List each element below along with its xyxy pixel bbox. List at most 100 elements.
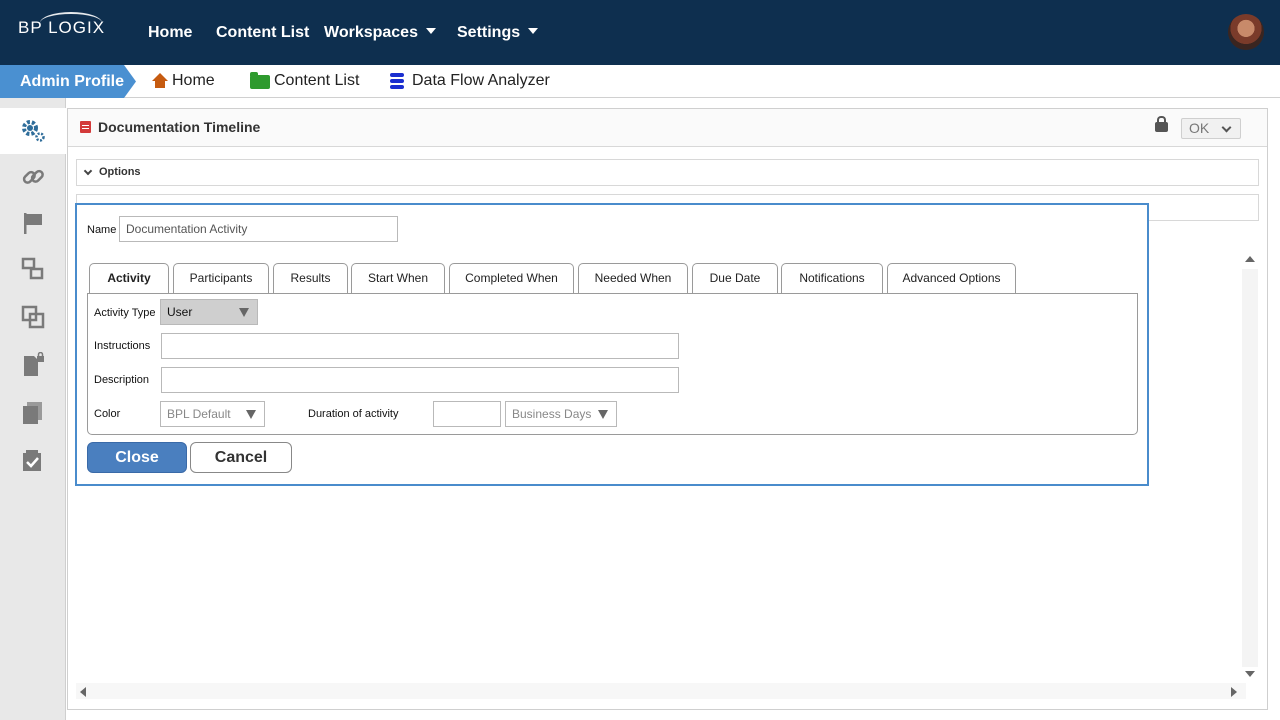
dropdown-arrow-icon <box>246 410 256 419</box>
document-icon <box>80 121 91 133</box>
vertical-scrollbar[interactable] <box>1242 269 1258 667</box>
tab-completed-when-label: Completed When <box>465 271 558 285</box>
ok-button-label: OK <box>1189 120 1210 136</box>
left-sidebar <box>0 98 66 720</box>
folder-icon <box>250 72 270 89</box>
tab-notifications-label: Notifications <box>799 271 865 285</box>
activity-type-label: Activity Type <box>94 307 156 319</box>
tab-participants[interactable]: Participants <box>173 263 269 293</box>
color-label: Color <box>94 408 121 420</box>
chevron-down-icon <box>425 28 436 34</box>
options-label: Options <box>99 166 141 178</box>
dropdown-arrow-icon <box>239 308 249 317</box>
scroll-right-icon[interactable] <box>1231 687 1237 697</box>
sidebar-item-locked-docs[interactable] <box>0 342 66 388</box>
color-value: BPL Default <box>167 407 231 421</box>
page-title: Documentation Timeline <box>98 119 261 135</box>
scroll-up-icon[interactable] <box>1245 256 1255 262</box>
top-navigation: BP LOGIX Home Content List Workspaces Se… <box>0 0 1280 65</box>
flag-icon <box>24 213 42 234</box>
admin-profile-crumb[interactable]: Admin Profile <box>0 65 136 98</box>
name-input[interactable]: Documentation Activity <box>119 216 398 242</box>
lock-icon[interactable] <box>1155 116 1168 132</box>
tab-advanced-options[interactable]: Advanced Options <box>887 263 1016 293</box>
sidebar-item-copy[interactable] <box>0 294 66 340</box>
logo-arc <box>40 12 102 34</box>
tab-activity-label: Activity <box>107 271 151 285</box>
cancel-button[interactable]: Cancel <box>190 442 292 473</box>
name-label: Name <box>87 224 117 236</box>
duration-unit-value: Business Days <box>512 407 592 421</box>
process-icon <box>21 257 44 280</box>
dropdown-arrow-icon <box>598 410 608 419</box>
chevron-down-icon <box>528 28 539 34</box>
crumb-home-label: Home <box>172 72 215 89</box>
tab-participants-label: Participants <box>189 271 253 285</box>
tab-needed-when[interactable]: Needed When <box>578 263 688 293</box>
crumb-data-flow-analyzer[interactable]: Data Flow Analyzer <box>390 72 550 90</box>
gears-icon <box>22 120 45 142</box>
tab-activity[interactable]: Activity <box>89 263 169 294</box>
sidebar-item-links[interactable] <box>0 154 66 200</box>
duration-input[interactable] <box>433 401 501 427</box>
breadcrumb-bar: Admin Profile Home Content List Data Flo… <box>0 65 1280 98</box>
crumb-content-list[interactable]: Content List <box>250 72 359 90</box>
tab-notifications[interactable]: Notifications <box>781 263 883 293</box>
nav-home[interactable]: Home <box>148 24 192 42</box>
sidebar-item-flags[interactable] <box>0 200 66 246</box>
tab-start-when[interactable]: Start When <box>351 263 445 293</box>
admin-profile-label: Admin Profile <box>20 73 125 90</box>
user-avatar[interactable] <box>1228 14 1264 50</box>
sidebar-item-process[interactable] <box>0 246 66 292</box>
tab-completed-when[interactable]: Completed When <box>449 263 574 293</box>
documents-icon <box>23 402 42 424</box>
horizontal-scrollbar[interactable] <box>76 683 1246 699</box>
options-section[interactable]: Options <box>76 159 1259 186</box>
nav-settings[interactable]: Settings <box>457 24 539 42</box>
scroll-down-icon[interactable] <box>1245 671 1255 677</box>
instructions-input[interactable] <box>161 333 679 359</box>
nav-content-list-label: Content List <box>216 24 310 41</box>
tab-needed-when-label: Needed When <box>594 271 672 285</box>
nav-home-label: Home <box>148 24 193 41</box>
tab-due-date-label: Due Date <box>709 271 761 285</box>
nav-workspaces-label: Workspaces <box>324 24 418 41</box>
locked-document-icon <box>24 352 44 376</box>
instructions-label: Instructions <box>94 340 151 352</box>
tab-start-when-label: Start When <box>367 271 429 285</box>
chevron-down-icon <box>1221 122 1232 133</box>
tab-results-label: Results <box>290 271 331 285</box>
scroll-left-icon[interactable] <box>80 687 86 697</box>
sidebar-item-settings[interactable] <box>0 108 66 154</box>
link-icon <box>22 169 44 184</box>
activity-type-select[interactable]: User <box>160 299 258 325</box>
crumb-content-list-label: Content List <box>274 72 360 89</box>
close-button[interactable]: Close <box>87 442 187 473</box>
checklist-icon <box>23 450 41 471</box>
nav-workspaces[interactable]: Workspaces <box>324 24 436 42</box>
database-icon <box>390 73 404 89</box>
crumb-home[interactable]: Home <box>152 72 215 90</box>
ok-button[interactable]: OK <box>1181 118 1241 139</box>
description-input[interactable] <box>161 367 679 393</box>
bp-logix-logo[interactable]: BP LOGIX <box>18 12 105 38</box>
duration-unit-select[interactable]: Business Days <box>505 401 617 427</box>
activity-tab-panel: Activity Type User Instructions Descript… <box>87 293 1138 435</box>
crumb-data-flow-label: Data Flow Analyzer <box>412 72 550 89</box>
tab-advanced-options-label: Advanced Options <box>902 271 1001 285</box>
copy-icon <box>21 305 45 329</box>
sidebar-item-documents[interactable] <box>0 390 66 436</box>
duration-label: Duration of activity <box>308 408 399 420</box>
home-icon <box>152 73 168 89</box>
activity-dialog: Name Documentation Activity Activity Par… <box>75 203 1149 486</box>
tab-results[interactable]: Results <box>273 263 348 293</box>
nav-settings-label: Settings <box>457 24 521 41</box>
nav-content-list[interactable]: Content List <box>216 24 309 42</box>
color-select[interactable]: BPL Default <box>160 401 265 427</box>
description-label: Description <box>94 374 150 386</box>
tab-due-date[interactable]: Due Date <box>692 263 778 293</box>
activity-type-value: User <box>167 305 193 319</box>
sidebar-item-tasks[interactable] <box>0 438 66 484</box>
chevron-down-icon <box>83 166 93 176</box>
panel-header: Documentation Timeline OK <box>68 109 1267 147</box>
